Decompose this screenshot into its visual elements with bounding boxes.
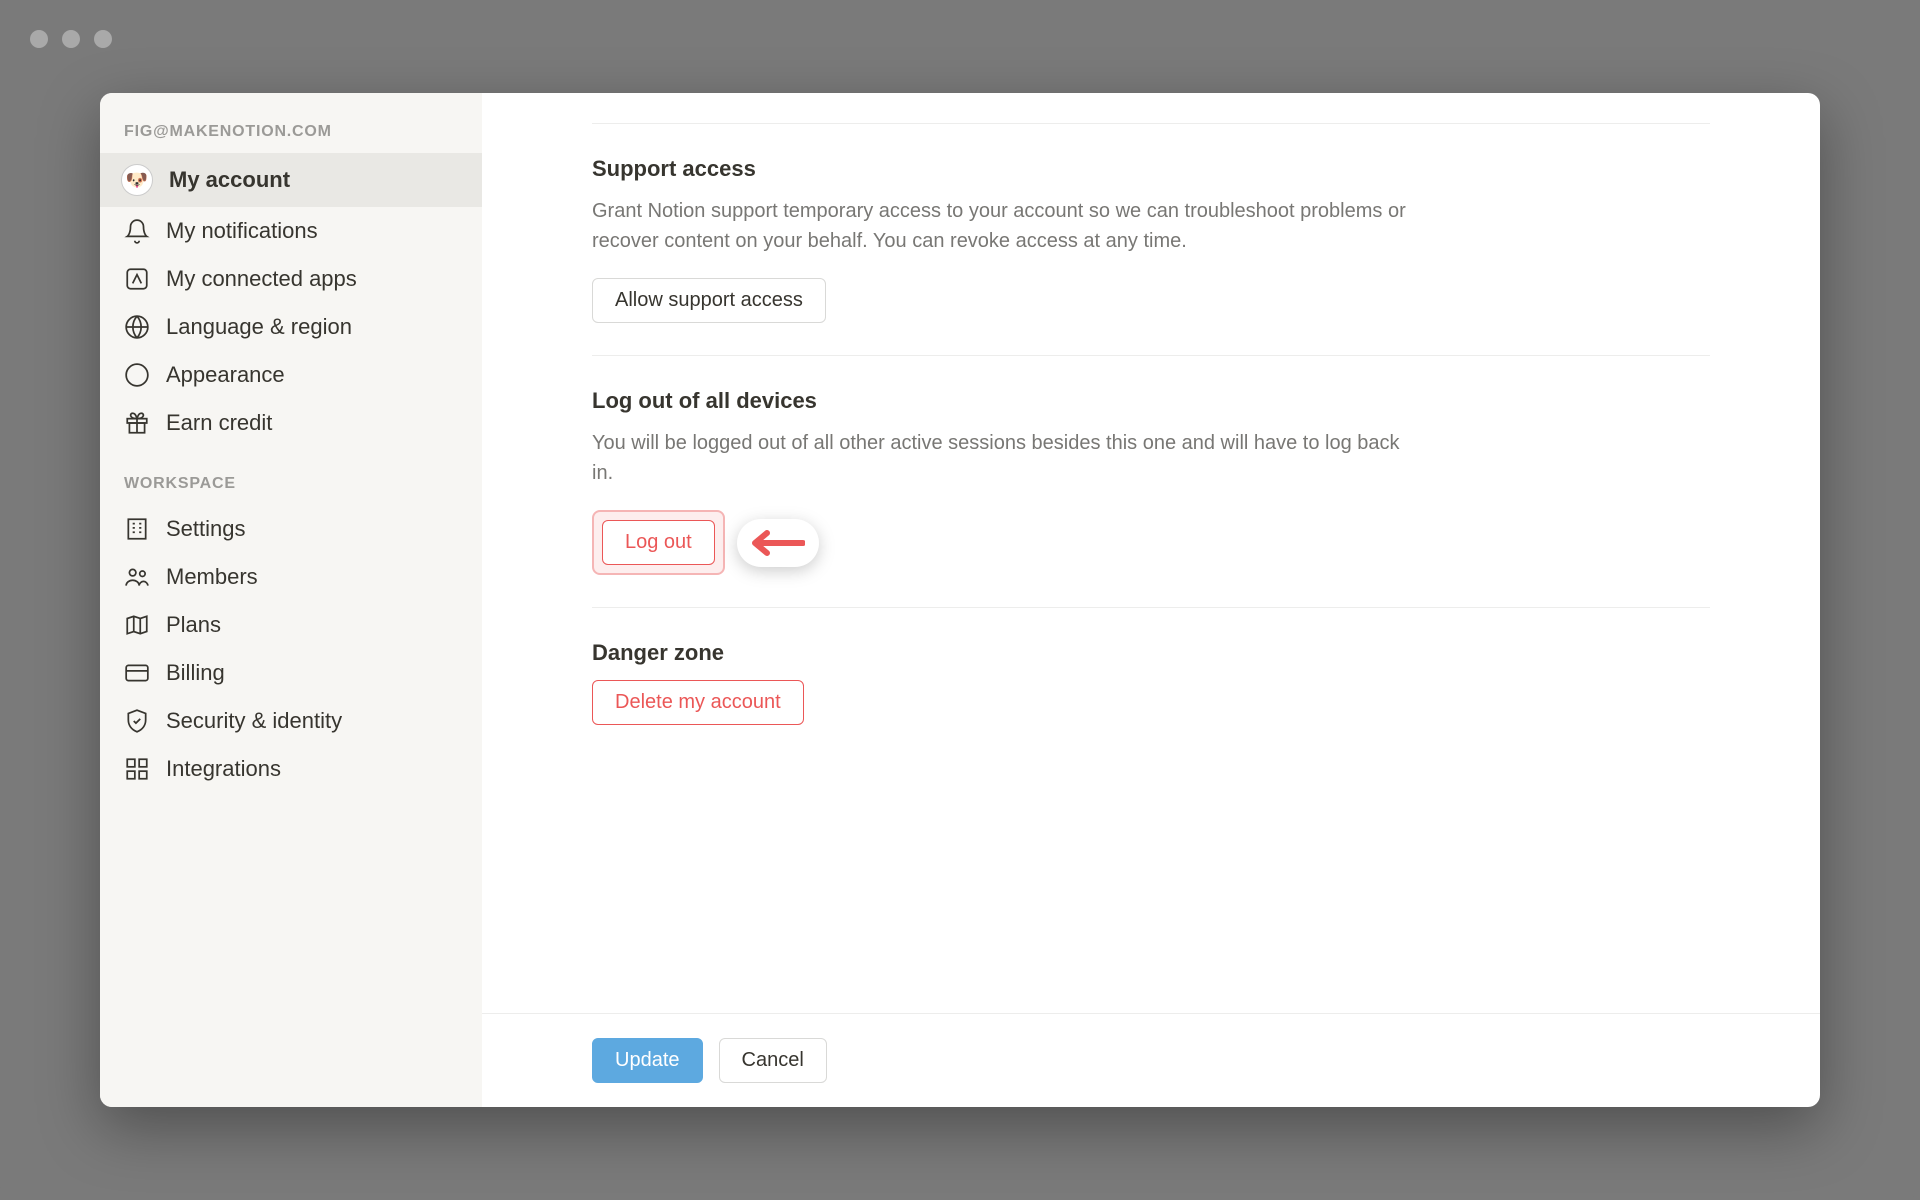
sidebar-item-label: Billing [166, 660, 225, 686]
building-icon [124, 516, 150, 542]
sidebar-item-label: Appearance [166, 362, 285, 388]
sidebar-item-language-region[interactable]: Language & region [100, 303, 482, 351]
sidebar-item-connected-apps[interactable]: My connected apps [100, 255, 482, 303]
support-access-section: Support access Grant Notion support temp… [592, 124, 1710, 355]
sidebar-workspace-header: WORKSPACE [100, 447, 482, 505]
sidebar-item-label: Earn credit [166, 410, 272, 436]
logout-highlight: Log out [592, 510, 725, 575]
sidebar-item-label: My account [169, 167, 290, 193]
sidebar-item-label: Integrations [166, 756, 281, 782]
moon-icon [124, 362, 150, 388]
sidebar-item-label: Members [166, 564, 258, 590]
minimize-window-icon[interactable] [62, 30, 80, 48]
settings-sidebar: FIG@MAKENOTION.COM 🐶 My account My notif… [100, 93, 482, 1107]
logout-section: Log out of all devices You will be logge… [592, 355, 1710, 607]
gift-icon [124, 410, 150, 436]
app-icon [124, 266, 150, 292]
sidebar-account-header: FIG@MAKENOTION.COM [100, 123, 482, 153]
annotation-arrow [737, 519, 819, 567]
content-scroll: Support access Grant Notion support temp… [482, 93, 1820, 1013]
sidebar-item-label: Settings [166, 516, 246, 542]
allow-support-access-button[interactable]: Allow support access [592, 278, 826, 323]
sidebar-item-security[interactable]: Security & identity [100, 697, 482, 745]
logout-desc: You will be logged out of all other acti… [592, 428, 1412, 488]
grid-icon [124, 756, 150, 782]
sidebar-item-plans[interactable]: Plans [100, 601, 482, 649]
shield-icon [124, 708, 150, 734]
maximize-window-icon[interactable] [94, 30, 112, 48]
sidebar-item-label: My connected apps [166, 266, 357, 292]
delete-account-button[interactable]: Delete my account [592, 680, 804, 725]
people-icon [124, 564, 150, 590]
sidebar-item-integrations[interactable]: Integrations [100, 745, 482, 793]
avatar-icon: 🐶 [121, 164, 153, 196]
sidebar-item-my-account[interactable]: 🐶 My account [100, 153, 482, 207]
sidebar-item-label: Plans [166, 612, 221, 638]
sidebar-item-label: My notifications [166, 218, 318, 244]
logout-title: Log out of all devices [592, 388, 1710, 414]
danger-zone-section: Danger zone Delete my account [592, 607, 1710, 757]
sidebar-item-label: Language & region [166, 314, 352, 340]
log-out-button[interactable]: Log out [602, 520, 715, 565]
settings-modal: FIG@MAKENOTION.COM 🐶 My account My notif… [100, 93, 1820, 1107]
sidebar-item-billing[interactable]: Billing [100, 649, 482, 697]
globe-icon [124, 314, 150, 340]
bell-icon [124, 218, 150, 244]
danger-zone-title: Danger zone [592, 640, 1710, 666]
cancel-button[interactable]: Cancel [719, 1038, 827, 1083]
card-icon [124, 660, 150, 686]
arrow-left-icon [751, 529, 805, 557]
sidebar-item-appearance[interactable]: Appearance [100, 351, 482, 399]
support-access-desc: Grant Notion support temporary access to… [592, 196, 1412, 256]
settings-footer: Update Cancel [482, 1013, 1820, 1107]
settings-content: Support access Grant Notion support temp… [482, 93, 1820, 1107]
sidebar-item-label: Security & identity [166, 708, 342, 734]
traffic-lights [30, 30, 112, 48]
sidebar-item-settings[interactable]: Settings [100, 505, 482, 553]
map-icon [124, 612, 150, 638]
support-access-title: Support access [592, 156, 1710, 182]
update-button[interactable]: Update [592, 1038, 703, 1083]
window-frame: FIG@MAKENOTION.COM 🐶 My account My notif… [0, 0, 1920, 1200]
sidebar-item-members[interactable]: Members [100, 553, 482, 601]
sidebar-item-earn-credit[interactable]: Earn credit [100, 399, 482, 447]
close-window-icon[interactable] [30, 30, 48, 48]
sidebar-item-my-notifications[interactable]: My notifications [100, 207, 482, 255]
